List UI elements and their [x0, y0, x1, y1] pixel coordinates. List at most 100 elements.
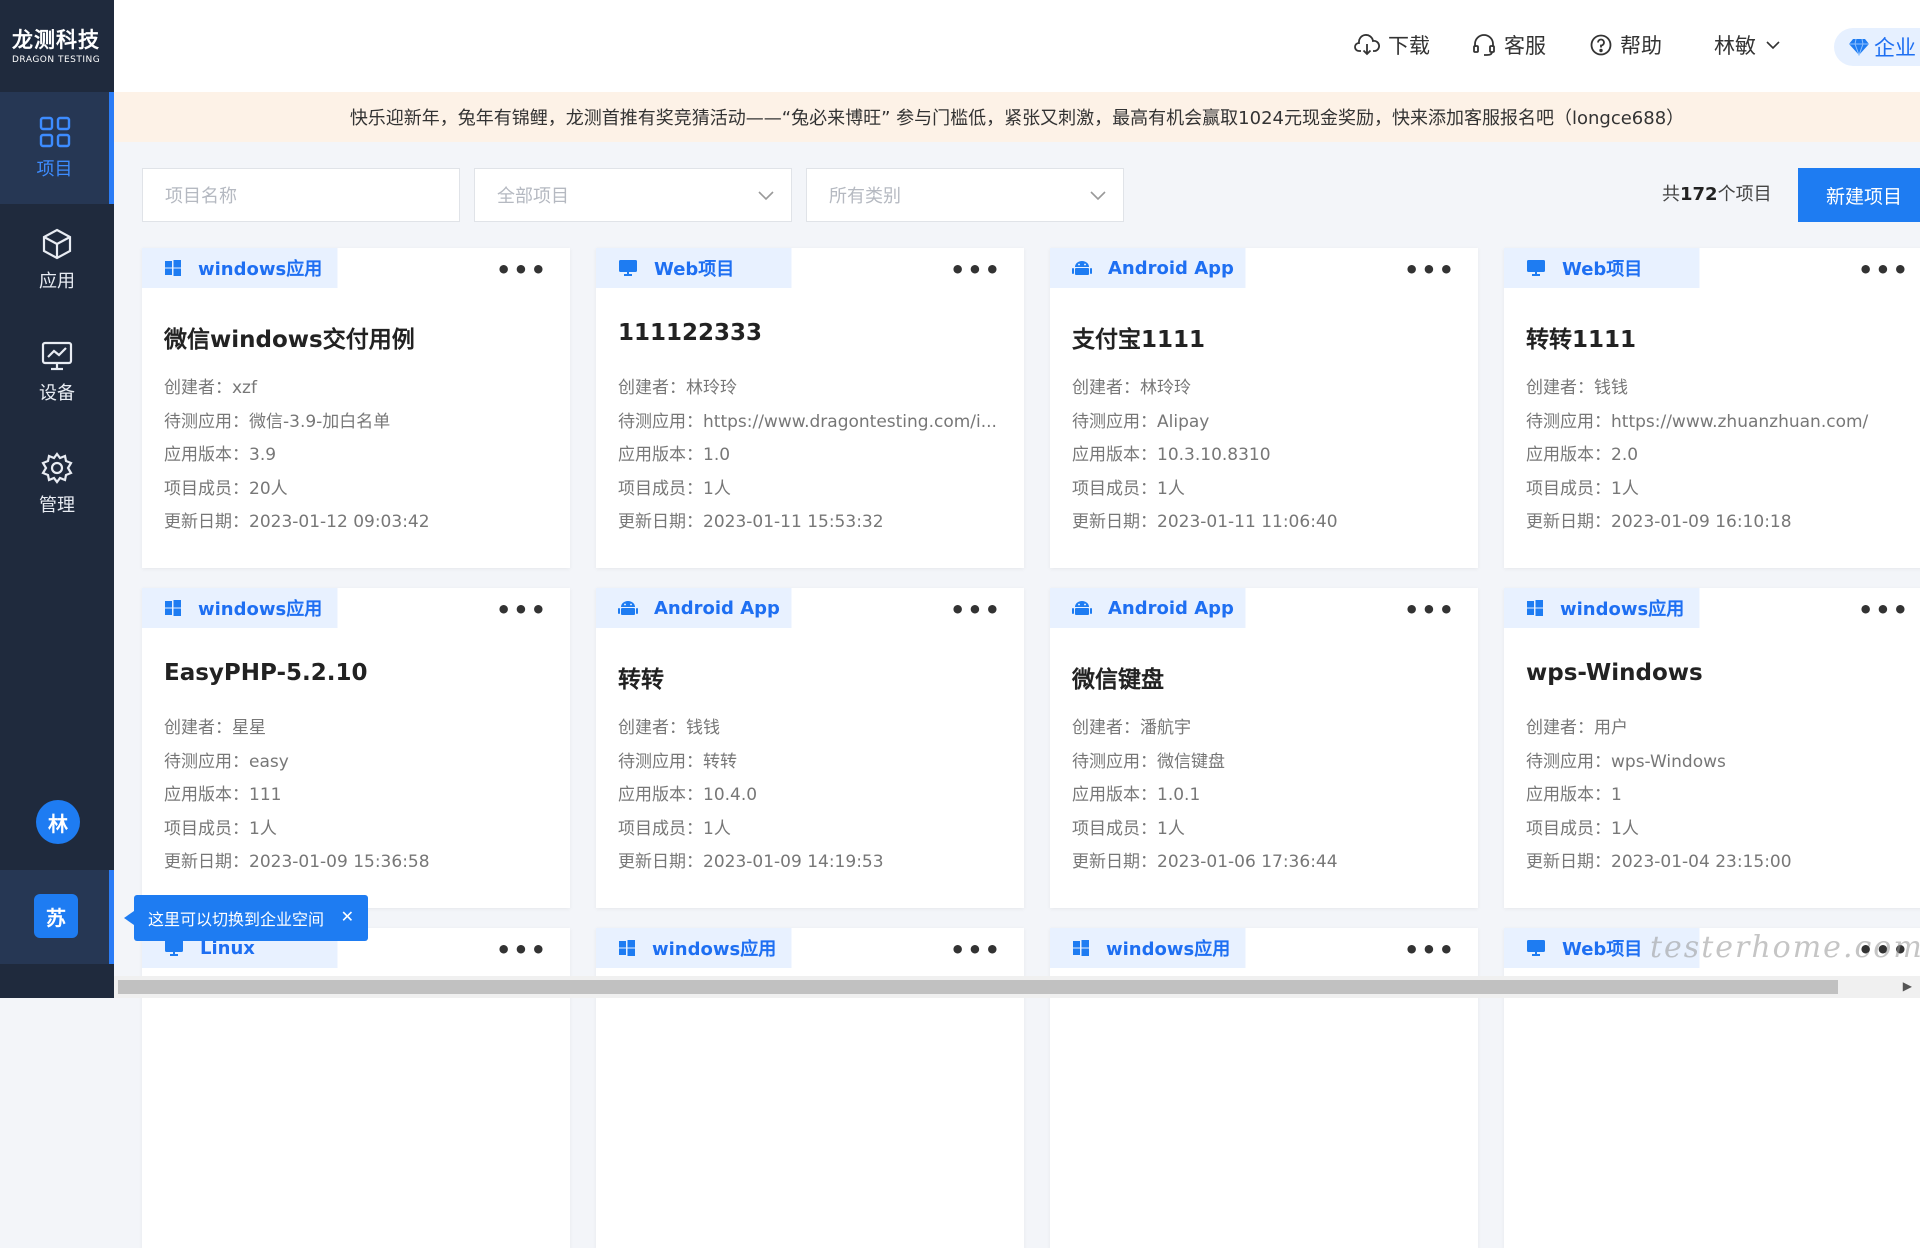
- project-version-row: 应用版本：1: [1526, 780, 1916, 805]
- project-card[interactable]: Web项目 ••• 转转1111 创建者：钱钱 待测应用：https://www.zhu…: [1504, 248, 1920, 568]
- project-app-row: 待测应用：转转: [618, 747, 1008, 772]
- field-label: 创建者：: [1526, 378, 1594, 398]
- project-type-label: Web项目: [654, 259, 735, 280]
- project-scope-value: 全部项目: [497, 186, 569, 207]
- field-value: 2023-01-06 17:36:44: [1157, 852, 1338, 872]
- brand-logo[interactable]: 龙测科技 DRAGON TESTING: [0, 0, 114, 92]
- new-project-button[interactable]: 新建项目: [1798, 168, 1920, 222]
- field-value: 10.3.10.8310: [1157, 445, 1271, 465]
- linux-icon: [164, 939, 192, 957]
- service-button[interactable]: 客服: [1472, 30, 1546, 60]
- project-card[interactable]: Android App ••• 转转 创建者：钱钱 待测应用：转转 应用版本：10.4.0…: [596, 588, 1024, 908]
- headset-icon: [1473, 34, 1495, 56]
- field-label: 创建者：: [1526, 718, 1594, 738]
- project-creator-row: 创建者：林玲玲: [1072, 373, 1462, 398]
- project-type-tag: Web项目: [596, 248, 826, 288]
- sidebar-item-label: 管理: [39, 495, 75, 516]
- project-version-row: 应用版本：1.0.1: [1072, 780, 1462, 805]
- project-app-row: 待测应用：easy: [164, 747, 554, 772]
- more-options-icon[interactable]: •••: [496, 256, 548, 284]
- project-type-label: Web项目: [1562, 939, 1643, 960]
- scroll-right-arrow-icon[interactable]: ▶: [1903, 979, 1912, 993]
- project-card[interactable]: Android App ••• 支付宝1111 创建者：林玲玲 待测应用：Alipay 应…: [1050, 248, 1478, 568]
- enterprise-button[interactable]: 企业: [1834, 28, 1920, 66]
- project-title[interactable]: wps-Windows: [1526, 660, 1703, 686]
- project-type-tag: Web项目: [1504, 248, 1734, 288]
- android-icon: [1072, 599, 1100, 617]
- user-menu[interactable]: 林敏: [1714, 30, 1782, 60]
- help-button[interactable]: 帮助: [1590, 30, 1662, 60]
- project-type-tag: Android App: [1050, 248, 1280, 288]
- project-app-row: 待测应用：微信键盘: [1072, 747, 1462, 772]
- project-card[interactable]: windows应用 ••• EasyPHP-5.2.10 创建者：星星 待测应用：eas…: [142, 588, 570, 908]
- user-avatar[interactable]: 林: [36, 800, 80, 844]
- field-label: 创建者：: [618, 718, 686, 738]
- project-version-row: 应用版本：10.4.0: [618, 780, 1008, 805]
- field-label: 应用版本：: [1072, 445, 1157, 465]
- project-title[interactable]: EasyPHP-5.2.10: [164, 660, 368, 686]
- category-select[interactable]: 所有类别: [806, 168, 1124, 222]
- sidebar-item-devices[interactable]: 设备: [0, 316, 114, 428]
- more-options-icon[interactable]: •••: [1404, 256, 1456, 284]
- windows-icon: [618, 939, 644, 957]
- field-value: 2023-01-11 15:53:32: [703, 512, 884, 532]
- new-project-label: 新建项目: [1826, 185, 1903, 208]
- more-options-icon[interactable]: •••: [1404, 936, 1456, 964]
- count-prefix: 共: [1662, 184, 1680, 205]
- field-value: 10.4.0: [703, 785, 758, 805]
- field-value: 2023-01-09 16:10:18: [1611, 512, 1792, 532]
- project-members-row: 项目成员：1人: [164, 814, 554, 839]
- project-card[interactable]: windows应用 ••• wps-Windows 创建者：用户 待测应用：wps-Wi…: [1504, 588, 1920, 908]
- project-scope-select[interactable]: 全部项目: [474, 168, 792, 222]
- sidebar: 龙测科技 DRAGON TESTING 项目 应用 设备 管理 林 苏: [0, 0, 114, 998]
- more-options-icon[interactable]: •••: [950, 936, 1002, 964]
- announcement-text: 快乐迎新年，兔年有锦鲤，龙测首推有奖竞猜活动——“兔必来博旺” 参与门槛低，紧张…: [349, 108, 1685, 129]
- more-options-icon[interactable]: •••: [496, 596, 548, 624]
- more-options-icon[interactable]: •••: [496, 936, 548, 964]
- project-type-tag: windows应用: [1050, 928, 1280, 968]
- project-card[interactable]: Web项目 ••• 111122333 创建者：林玲玲 待测应用：https://www…: [596, 248, 1024, 568]
- android-icon: [618, 599, 646, 617]
- project-title[interactable]: 转转: [618, 660, 664, 694]
- sidebar-item-manage[interactable]: 管理: [0, 428, 114, 540]
- project-title[interactable]: 微信windows交付用例: [164, 320, 415, 354]
- space-avatar[interactable]: 苏: [34, 894, 78, 938]
- scrollbar-thumb[interactable]: [118, 980, 1838, 994]
- project-title[interactable]: 微信键盘: [1072, 660, 1164, 694]
- project-updated-row: 更新日期：2023-01-06 17:36:44: [1072, 847, 1462, 872]
- more-options-icon[interactable]: •••: [1858, 256, 1910, 284]
- field-label: 应用版本：: [618, 785, 703, 805]
- close-icon[interactable]: ✕: [341, 907, 354, 926]
- field-value: 2023-01-11 11:06:40: [1157, 512, 1338, 532]
- project-version-row: 应用版本：111: [164, 780, 554, 805]
- more-options-icon[interactable]: •••: [950, 596, 1002, 624]
- project-members-row: 项目成员：1人: [1526, 814, 1916, 839]
- project-name-input[interactable]: 项目名称: [142, 168, 460, 222]
- field-label: 待测应用：: [1072, 411, 1157, 432]
- sidebar-item-projects[interactable]: 项目: [0, 92, 114, 204]
- project-type-label: windows应用: [198, 599, 323, 620]
- field-value: 20人: [249, 478, 288, 499]
- sidebar-item-label: 应用: [39, 271, 75, 292]
- project-title[interactable]: 支付宝1111: [1072, 320, 1205, 354]
- cube-icon: [42, 228, 72, 260]
- download-button[interactable]: 下载: [1354, 30, 1430, 60]
- project-title[interactable]: 转转1111: [1526, 320, 1636, 354]
- field-value: 1人: [249, 818, 277, 839]
- horizontal-scrollbar[interactable]: ▶: [114, 976, 1920, 998]
- sidebar-item-apps[interactable]: 应用: [0, 204, 114, 316]
- project-updated-row: 更新日期：2023-01-12 09:03:42: [164, 507, 554, 532]
- project-type-label: Android App: [654, 597, 780, 619]
- project-card[interactable]: windows应用 ••• 微信windows交付用例 创建者：xzf 待测应用：微信-…: [142, 248, 570, 568]
- field-value: 林玲玲: [1140, 378, 1191, 398]
- more-options-icon[interactable]: •••: [950, 256, 1002, 284]
- project-type-tag: Android App: [1050, 588, 1280, 628]
- project-updated-row: 更新日期：2023-01-04 23:15:00: [1526, 847, 1916, 872]
- more-options-icon[interactable]: •••: [1404, 596, 1456, 624]
- field-value: 3.9: [249, 445, 277, 465]
- project-version-row: 应用版本：1.0: [618, 440, 1008, 465]
- project-title[interactable]: 111122333: [618, 320, 762, 346]
- more-options-icon[interactable]: •••: [1858, 596, 1910, 624]
- help-label: 帮助: [1620, 34, 1662, 58]
- project-card[interactable]: Android App ••• 微信键盘 创建者：潘航宇 待测应用：微信键盘 应用版本：1…: [1050, 588, 1478, 908]
